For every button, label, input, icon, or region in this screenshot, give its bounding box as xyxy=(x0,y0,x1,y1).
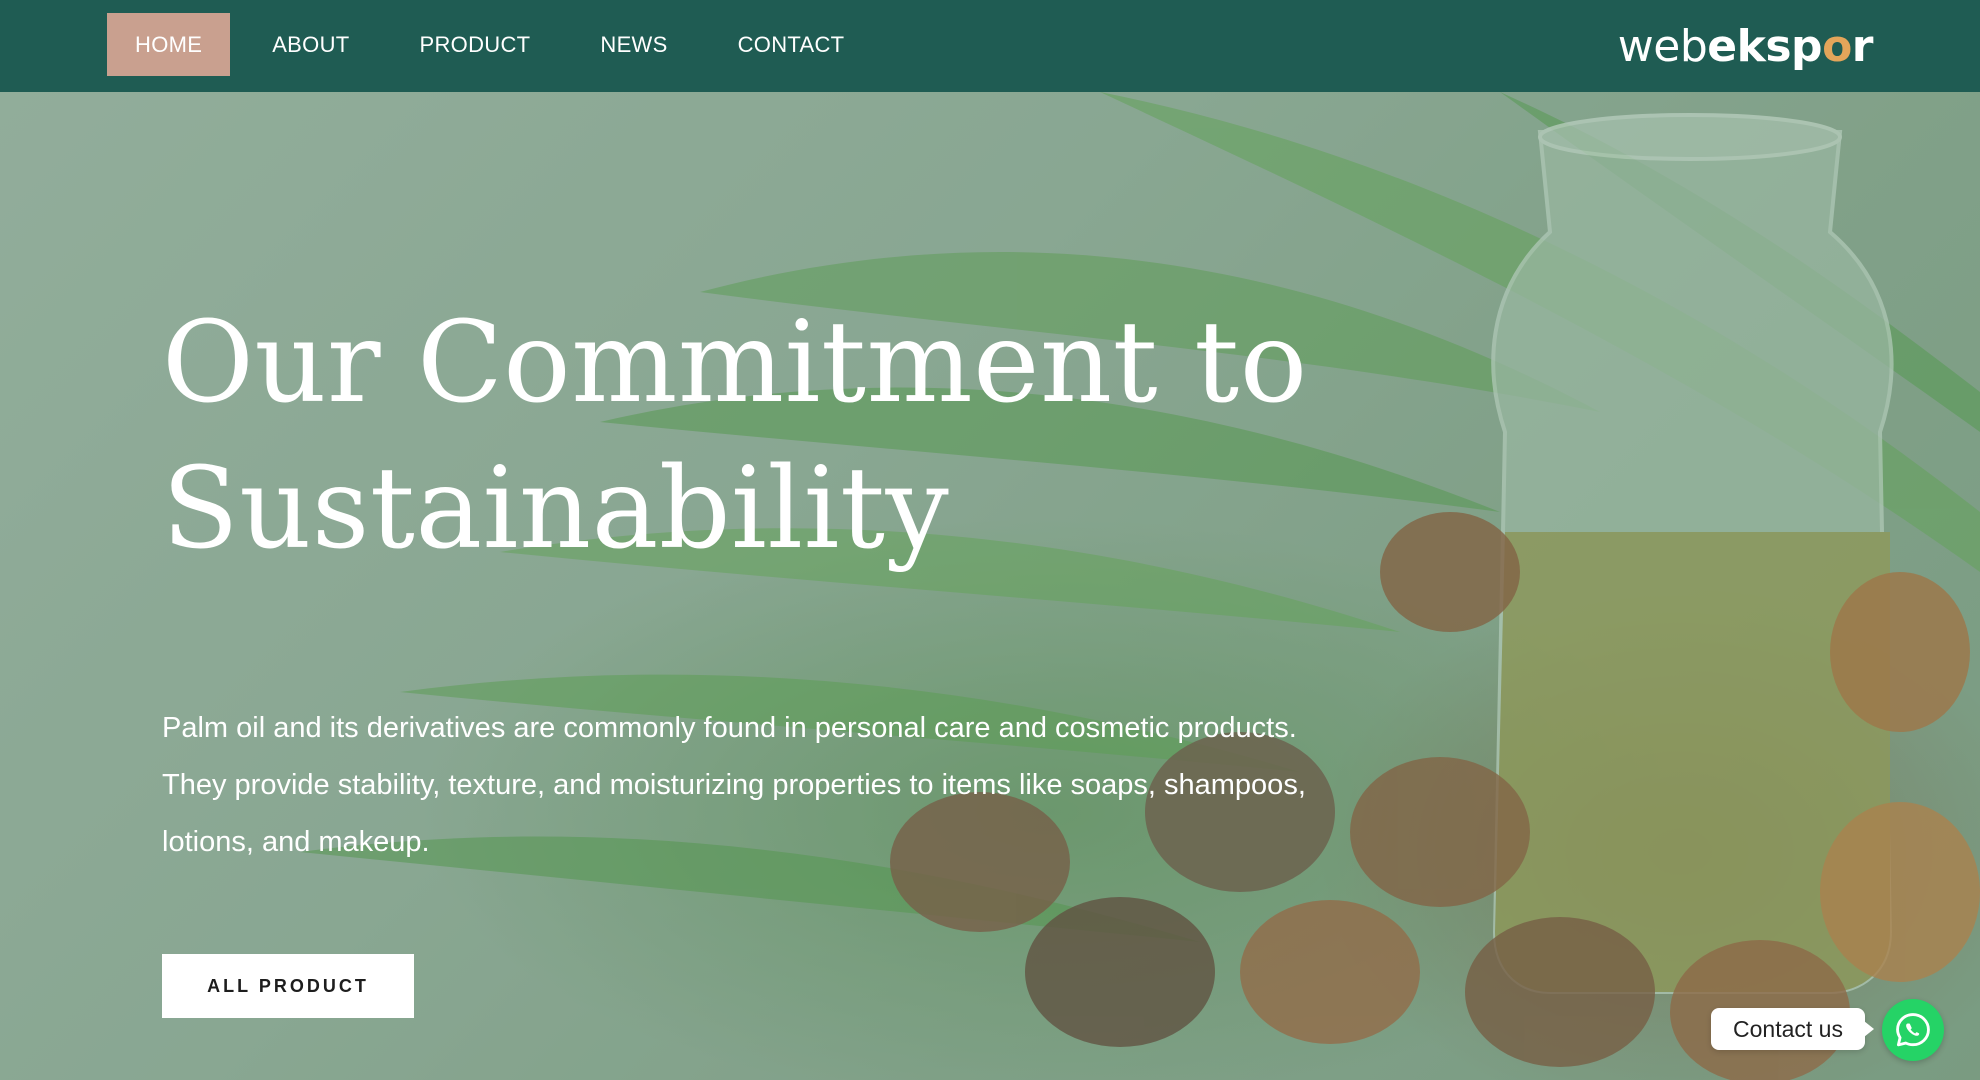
top-navbar: HOME ABOUT PRODUCT NEWS CONTACT web eksp o… xyxy=(0,0,1980,92)
contact-us-bubble[interactable]: Contact us xyxy=(1711,1008,1874,1050)
hero-description: Palm oil and its derivatives are commonl… xyxy=(162,712,1306,858)
hero-title: Our Commitment to Sustainability xyxy=(162,290,1362,582)
brand-logo-part-o: o xyxy=(1822,20,1852,72)
brand-logo-part-web: web xyxy=(1617,20,1708,72)
brand-logo-part-r: r xyxy=(1851,20,1874,72)
whatsapp-icon xyxy=(1896,1013,1930,1047)
hero-section xyxy=(0,92,1980,1080)
nav-list: HOME ABOUT PRODUCT NEWS CONTACT xyxy=(107,13,886,76)
nav-item-news[interactable]: NEWS xyxy=(572,13,695,76)
hero-title-line-1: Our Commitment to xyxy=(162,298,1308,428)
page: HOME ABOUT PRODUCT NEWS CONTACT web eksp o… xyxy=(0,0,1980,1080)
brand-logo[interactable]: web eksp o r xyxy=(1617,18,1874,74)
nav-item-about[interactable]: ABOUT xyxy=(244,13,377,76)
all-product-button[interactable]: ALL PRODUCT xyxy=(162,954,414,1018)
brand-logo-part-eksp: eksp xyxy=(1707,20,1823,72)
nav-item-contact[interactable]: CONTACT xyxy=(710,13,873,76)
hero-title-line-2: Sustainability xyxy=(162,444,950,574)
whatsapp-button[interactable] xyxy=(1882,999,1944,1061)
nav-item-home[interactable]: HOME xyxy=(107,13,231,76)
hero-overlay xyxy=(0,92,1980,1080)
nav-item-product[interactable]: PRODUCT xyxy=(392,13,559,76)
